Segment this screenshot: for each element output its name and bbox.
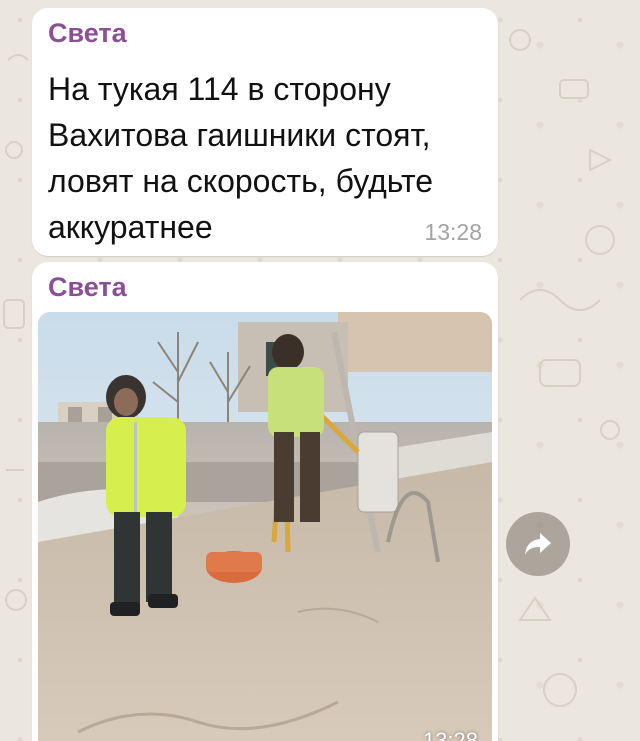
forward-icon — [525, 533, 551, 555]
message-text: На тукая 114 в сторону Вахитова гаишники… — [48, 71, 434, 245]
message-timestamp: 13:28 — [424, 219, 482, 245]
street-photo-image — [38, 312, 492, 741]
message-bubble[interactable]: Света На тукая 114 в сторону Вахитова га… — [32, 8, 498, 256]
sender-name[interactable]: Света — [48, 272, 127, 303]
photo-message-bubble[interactable]: Света 13:28 — [32, 262, 498, 741]
forward-button[interactable] — [506, 512, 570, 576]
photo-timestamp: 13:28 — [422, 728, 478, 741]
message-photo[interactable]: 13:28 — [38, 312, 492, 741]
sender-name[interactable]: Света — [48, 18, 127, 49]
